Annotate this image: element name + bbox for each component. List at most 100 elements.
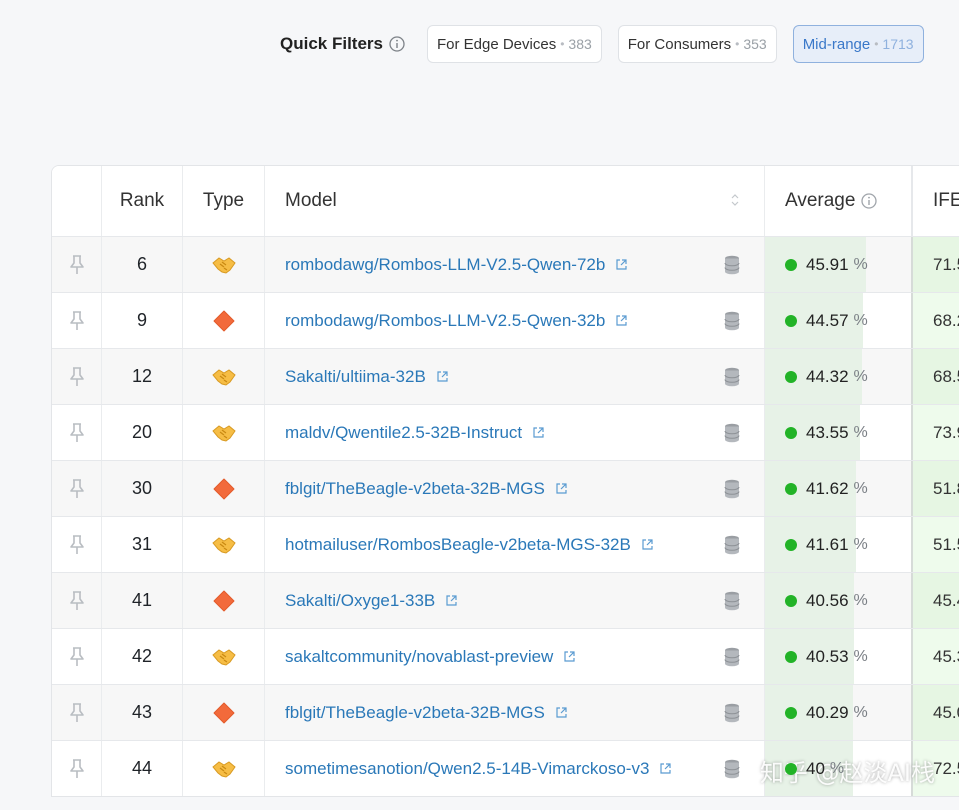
rank-cell: 44 (102, 741, 183, 796)
filter-chip[interactable]: For Consumers • 353 (617, 25, 777, 63)
model-link[interactable]: hotmailuser/RombosBeagle-v2beta-MGS-32B (285, 535, 631, 555)
info-icon[interactable] (861, 193, 878, 209)
pin-icon[interactable] (68, 590, 86, 612)
average-value: 44.32 (806, 366, 849, 386)
ife-value: 71.5 (933, 254, 959, 274)
type-cell (183, 573, 265, 628)
filter-chip-label: For Consumers (627, 35, 732, 53)
pin-cell[interactable] (52, 461, 102, 516)
pin-icon[interactable] (68, 422, 86, 444)
average-cell: 41.61% (765, 517, 913, 572)
table-row[interactable]: 30 fblgit/TheBeagle-v2beta-32B-MGS 41.62% 5… (52, 460, 959, 516)
model-link[interactable]: sometimesanotion/Qwen2.5-14B-Vimarckoso-… (285, 759, 649, 779)
average-value: 41.61 (806, 534, 849, 554)
handshake-icon (211, 535, 237, 555)
table-row[interactable]: 31 hotmailuser/RombosBeagle-v2beta-MGS-32… (52, 516, 959, 572)
model-link[interactable]: Sakalti/ultiima-32B (285, 367, 426, 387)
average-unit: % (853, 703, 868, 721)
pin-cell[interactable] (52, 573, 102, 628)
database-icon[interactable] (724, 703, 740, 723)
pin-cell[interactable] (52, 237, 102, 292)
rank-cell: 41 (102, 573, 183, 628)
model-link[interactable]: fblgit/TheBeagle-v2beta-32B-MGS (285, 479, 545, 499)
type-cell (183, 685, 265, 740)
info-icon[interactable] (389, 36, 405, 52)
table-row[interactable]: 9 rombodawg/Rombos-LLM-V2.5-Qwen-32b 44.57… (52, 292, 959, 348)
pin-cell[interactable] (52, 741, 102, 796)
ife-cell: 51.5 (913, 517, 959, 572)
average-unit: % (853, 423, 868, 441)
external-link-icon[interactable] (641, 538, 654, 551)
pin-cell[interactable] (52, 685, 102, 740)
header-type[interactable]: Type (183, 166, 265, 236)
table-row[interactable]: 20 maldv/Qwentile2.5-32B-Instruct 43.55% 73… (52, 404, 959, 460)
database-icon[interactable] (724, 535, 740, 555)
database-icon[interactable] (724, 591, 740, 611)
database-icon[interactable] (724, 759, 740, 779)
model-cell: Sakalti/Oxyge1-33B (265, 573, 765, 628)
ife-value: 51.8 (933, 478, 959, 498)
pin-cell[interactable] (52, 629, 102, 684)
external-link-icon[interactable] (445, 594, 458, 607)
type-cell (183, 405, 265, 460)
external-link-icon[interactable] (615, 314, 628, 327)
filter-chip[interactable]: Mid-range • 1713 (792, 25, 924, 63)
external-link-icon[interactable] (659, 762, 672, 775)
pin-icon[interactable] (68, 758, 86, 780)
model-link[interactable]: Sakalti/Oxyge1-33B (285, 591, 435, 611)
pin-cell[interactable] (52, 293, 102, 348)
pin-cell[interactable] (52, 349, 102, 404)
pin-icon[interactable] (68, 310, 86, 332)
pin-icon[interactable] (68, 646, 86, 668)
sort-icon[interactable] (730, 192, 740, 208)
table-row[interactable]: 42 sakaltcommunity/novablast-preview 40.53… (52, 628, 959, 684)
average-cell: 40.53% (765, 629, 913, 684)
table-row[interactable]: 12 Sakalti/ultiima-32B 44.32% 68.5 (52, 348, 959, 404)
table-header-row: Rank Type Model Average IFE (52, 166, 959, 236)
header-rank[interactable]: Rank (102, 166, 183, 236)
table-row[interactable]: 43 fblgit/TheBeagle-v2beta-32B-MGS 40.29% 4… (52, 684, 959, 740)
database-icon[interactable] (724, 367, 740, 387)
ife-cell: 68.2 (913, 293, 959, 348)
database-icon[interactable] (724, 423, 740, 443)
average-cell: 43.55% (765, 405, 913, 460)
external-link-icon[interactable] (555, 706, 568, 719)
database-icon[interactable] (724, 255, 740, 275)
model-link[interactable]: rombodawg/Rombos-LLM-V2.5-Qwen-72b (285, 255, 605, 275)
pin-icon[interactable] (68, 478, 86, 500)
model-link[interactable]: sakaltcommunity/novablast-preview (285, 647, 553, 667)
status-dot (785, 370, 797, 383)
table-row[interactable]: 6 rombodawg/Rombos-LLM-V2.5-Qwen-72b 45.91… (52, 236, 959, 292)
pin-icon[interactable] (68, 702, 86, 724)
average-unit: % (853, 311, 868, 329)
pin-cell[interactable] (52, 517, 102, 572)
header-model[interactable]: Model (265, 166, 765, 236)
database-icon[interactable] (724, 647, 740, 667)
table-row[interactable]: 41 Sakalti/Oxyge1-33B 40.56% 45.4 (52, 572, 959, 628)
pin-icon[interactable] (68, 534, 86, 556)
model-cell: rombodawg/Rombos-LLM-V2.5-Qwen-72b (265, 237, 765, 292)
header-average[interactable]: Average (765, 166, 913, 236)
header-ife[interactable]: IFE (913, 166, 959, 236)
external-link-icon[interactable] (555, 482, 568, 495)
model-link[interactable]: rombodawg/Rombos-LLM-V2.5-Qwen-32b (285, 311, 605, 331)
ife-value: 45.0 (933, 702, 959, 722)
external-link-icon[interactable] (563, 650, 576, 663)
external-link-icon[interactable] (436, 370, 449, 383)
rank-cell: 43 (102, 685, 183, 740)
external-link-icon[interactable] (532, 426, 545, 439)
filter-chip[interactable]: For Edge Devices • 383 (426, 25, 602, 63)
external-link-icon[interactable] (615, 258, 628, 271)
database-icon[interactable] (724, 479, 740, 499)
database-icon[interactable] (724, 311, 740, 331)
pin-icon[interactable] (68, 366, 86, 388)
handshake-icon (211, 367, 237, 387)
model-link[interactable]: fblgit/TheBeagle-v2beta-32B-MGS (285, 703, 545, 723)
filter-chip-separator: • (874, 37, 879, 51)
rank-cell: 30 (102, 461, 183, 516)
ife-cell: 45.0 (913, 685, 959, 740)
model-link[interactable]: maldv/Qwentile2.5-32B-Instruct (285, 423, 522, 443)
ife-value: 51.5 (933, 534, 959, 554)
pin-icon[interactable] (68, 254, 86, 276)
pin-cell[interactable] (52, 405, 102, 460)
